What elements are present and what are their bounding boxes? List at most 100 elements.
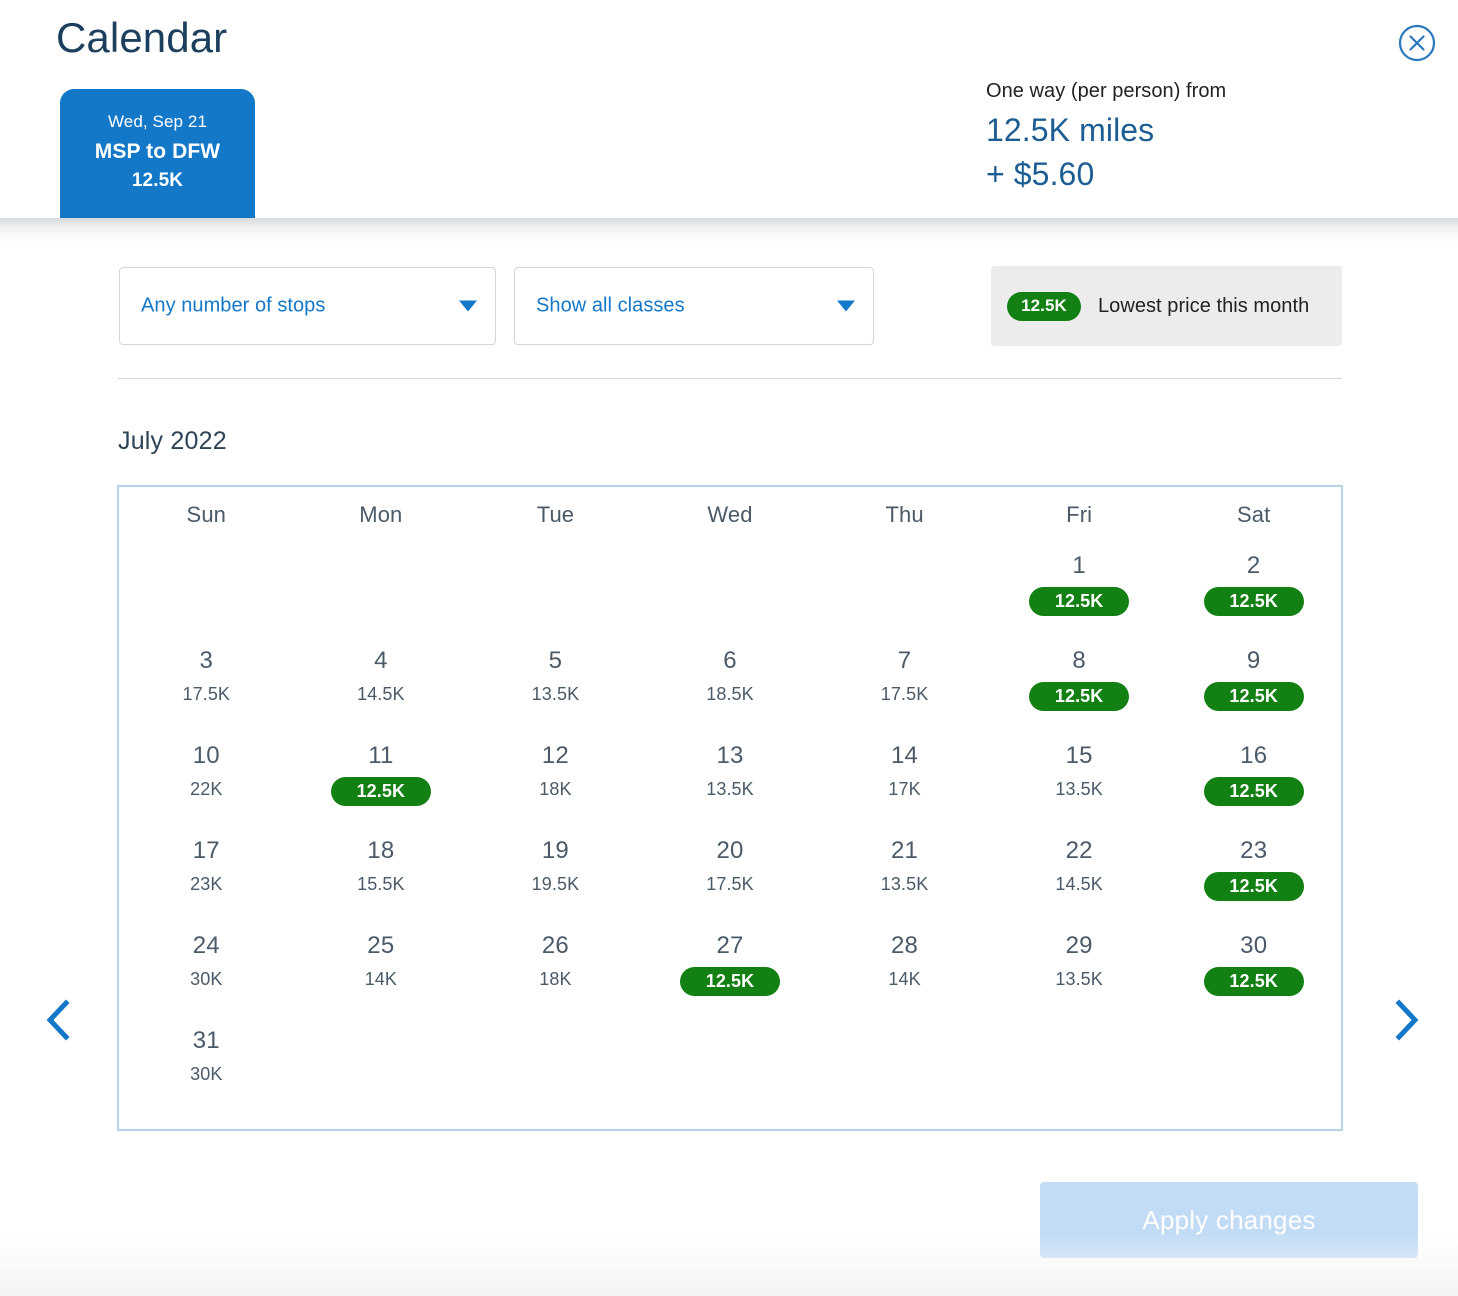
week-row: 3130K: [119, 1018, 1341, 1113]
day-fare: 30K: [119, 1060, 294, 1088]
day-number: 17: [119, 834, 294, 868]
day-number: 18: [294, 834, 469, 868]
day-cell[interactable]: 2312.5K: [1166, 828, 1341, 923]
weeks-container: 112.5K212.5K317.5K414.5K513.5K618.5K717.…: [119, 543, 1341, 1113]
weekday-label: Tue: [468, 502, 643, 528]
day-number: 7: [817, 644, 992, 678]
day-fare: 17.5K: [119, 680, 294, 708]
day-cell-empty: [817, 543, 992, 638]
day-cell[interactable]: 1313.5K: [643, 733, 818, 828]
day-cell[interactable]: 1723K: [119, 828, 294, 923]
class-filter-select[interactable]: Show all classes: [514, 267, 874, 345]
day-cell[interactable]: 2913.5K: [992, 923, 1167, 1018]
day-cell[interactable]: 1022K: [119, 733, 294, 828]
flight-segment-tab[interactable]: Wed, Sep 21 MSP to DFW 12.5K: [60, 89, 255, 218]
flight-tab-miles: 12.5K: [60, 167, 255, 195]
day-cell-empty: [992, 1018, 1167, 1113]
day-fare-lowest-pill: 12.5K: [1204, 872, 1304, 901]
day-cell[interactable]: 1218K: [468, 733, 643, 828]
day-fare-lowest-pill: 12.5K: [680, 967, 780, 996]
day-cell[interactable]: 618.5K: [643, 638, 818, 733]
day-cell[interactable]: 8 12.5K: [992, 638, 1167, 733]
day-cell[interactable]: 912.5K: [1166, 638, 1341, 733]
day-cell[interactable]: 1513.5K: [992, 733, 1167, 828]
day-cell-empty: [1166, 1018, 1341, 1113]
day-cell[interactable]: 2214.5K: [992, 828, 1167, 923]
day-cell[interactable]: 2514K: [294, 923, 469, 1018]
day-cell[interactable]: 212.5K: [1166, 543, 1341, 638]
day-cell[interactable]: 1612.5K: [1166, 733, 1341, 828]
day-cell-empty: [294, 1018, 469, 1113]
close-icon[interactable]: [1394, 20, 1440, 66]
weekday-header-row: SunMonTueWedThuFriSat: [119, 487, 1341, 543]
day-number: 8: [992, 644, 1167, 678]
day-cell[interactable]: 1919.5K: [468, 828, 643, 923]
day-number: 21: [817, 834, 992, 868]
day-cell[interactable]: 2618K: [468, 923, 643, 1018]
day-cell[interactable]: 1417K: [817, 733, 992, 828]
month-grid: SunMonTueWedThuFriSat 112.5K212.5K317.5K…: [117, 485, 1343, 1131]
day-cell[interactable]: 513.5K: [468, 638, 643, 733]
weekday-label: Fri: [992, 502, 1167, 528]
lowest-price-legend: 12.5K Lowest price this month: [991, 266, 1342, 346]
day-cell[interactable]: 3130K: [119, 1018, 294, 1113]
day-cell[interactable]: 2814K: [817, 923, 992, 1018]
day-fare: 13.5K: [817, 870, 992, 898]
day-fare: 18K: [468, 775, 643, 803]
legend-price-pill: 12.5K: [1007, 292, 1081, 321]
legend-label: Lowest price this month: [1098, 295, 1309, 318]
class-filter-value: Show all classes: [536, 295, 685, 318]
weekday-label: Wed: [643, 502, 818, 528]
day-fare: 15.5K: [294, 870, 469, 898]
day-fare: 17.5K: [817, 680, 992, 708]
day-cell-empty: [294, 543, 469, 638]
price-summary: One way (per person) from 12.5K miles + …: [986, 76, 1406, 196]
section-divider: [118, 378, 1342, 379]
day-cell[interactable]: 11 12.5K: [294, 733, 469, 828]
day-cell[interactable]: 717.5K: [817, 638, 992, 733]
day-cell[interactable]: 3012.5K: [1166, 923, 1341, 1018]
week-row: 2430K2514K2618K2712.5K2814K2913.5K3012.5…: [119, 923, 1341, 1018]
day-cell[interactable]: 317.5K: [119, 638, 294, 733]
day-cell[interactable]: 1815.5K: [294, 828, 469, 923]
day-number: 16: [1166, 739, 1341, 773]
day-fare: 13.5K: [992, 965, 1167, 993]
chevron-left-icon[interactable]: [36, 997, 82, 1043]
day-cell[interactable]: 2113.5K: [817, 828, 992, 923]
day-number: 22: [992, 834, 1167, 868]
day-number: 30: [1166, 929, 1341, 963]
day-cell-empty: [817, 1018, 992, 1113]
chevron-right-icon[interactable]: [1383, 997, 1429, 1043]
day-fare-lowest-pill: 12.5K: [1204, 682, 1304, 711]
day-number: 13: [643, 739, 818, 773]
apply-changes-button[interactable]: Apply changes: [1040, 1182, 1418, 1258]
day-number: 11: [294, 739, 469, 773]
day-fare: 14K: [817, 965, 992, 993]
day-fare-lowest-pill: 12.5K: [1029, 587, 1129, 616]
day-number: 31: [119, 1024, 294, 1058]
month-title: July 2022: [118, 427, 227, 456]
day-fare: 14K: [294, 965, 469, 993]
day-number: 24: [119, 929, 294, 963]
day-fare: 17.5K: [643, 870, 818, 898]
day-cell[interactable]: 112.5K: [992, 543, 1167, 638]
day-fare: 13.5K: [992, 775, 1167, 803]
day-cell[interactable]: 2712.5K: [643, 923, 818, 1018]
day-fare: 14.5K: [992, 870, 1167, 898]
day-fare-lowest-pill: 12.5K: [1029, 682, 1129, 711]
day-number: 26: [468, 929, 643, 963]
day-cell[interactable]: 2430K: [119, 923, 294, 1018]
day-cell[interactable]: 2017.5K: [643, 828, 818, 923]
weekday-label: Mon: [294, 502, 469, 528]
price-miles: 12.5K miles: [986, 108, 1406, 152]
stops-filter-select[interactable]: Any number of stops: [119, 267, 496, 345]
day-cell[interactable]: 414.5K: [294, 638, 469, 733]
day-number: 3: [119, 644, 294, 678]
price-fee: + $5.60: [986, 152, 1406, 196]
day-number: 29: [992, 929, 1167, 963]
week-row: 1723K1815.5K1919.5K2017.5K2113.5K2214.5K…: [119, 828, 1341, 923]
day-cell-empty: [643, 543, 818, 638]
day-fare-lowest-pill: 12.5K: [331, 777, 431, 806]
calendar-panel: Any number of stops Show all classes 12.…: [0, 218, 1458, 1296]
dialog-header: Calendar Wed, Sep 21 MSP to DFW 12.5K On…: [0, 0, 1458, 218]
